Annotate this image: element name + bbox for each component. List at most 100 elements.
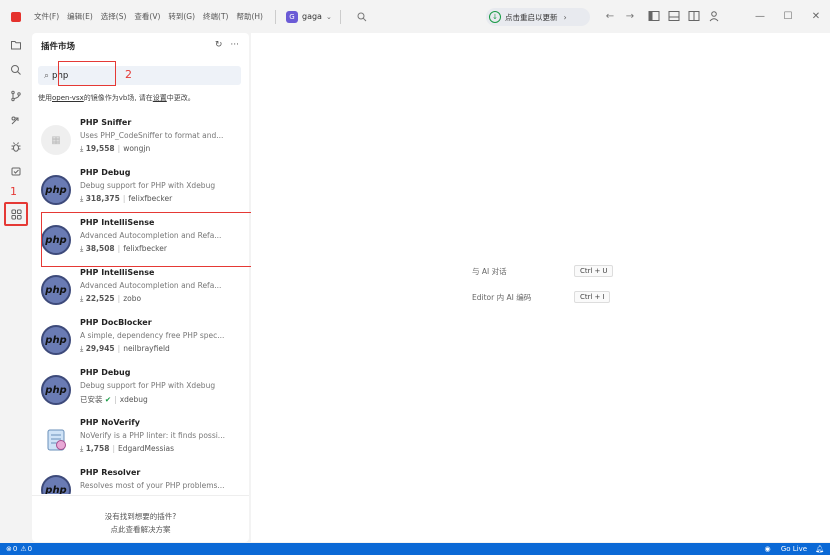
php-icon: php	[41, 325, 71, 355]
extension-description: Debug support for PHP with Xdebug	[80, 181, 216, 190]
php-icon: php	[41, 475, 71, 494]
divider	[339, 9, 341, 24]
menu-bar: 文件(F) 编辑(E) 选择(S) 查看(V) 转到(G) 终端(T) 帮助(H…	[34, 11, 271, 22]
extension-author: zobo	[123, 294, 142, 303]
hint-mid: 的镜像作为vb场, 请在	[83, 94, 153, 102]
extension-title: PHP Debug	[80, 368, 131, 377]
menu-help[interactable]: 帮助(H)	[236, 11, 263, 22]
settings-link[interactable]: 设置	[153, 94, 167, 102]
php-icon: php	[41, 375, 71, 405]
toggle-panel-icon[interactable]	[667, 9, 681, 23]
key-modifier: Ctrl	[580, 293, 593, 301]
php-icon: php	[41, 175, 71, 205]
extension-item[interactable]: ▦ PHP Sniffer Uses PHP_CodeSniffer to fo…	[32, 118, 249, 168]
shortcut-label: Editor 内 AI 编码	[472, 293, 532, 302]
footer-solution-link[interactable]: 点此查看解决方案	[32, 523, 249, 536]
open-vsx-link[interactable]: open-vsx	[52, 94, 84, 102]
extension-item[interactable]: php PHP Resolver Resolves most of your P…	[32, 468, 249, 494]
extension-author: EdgardMessias	[117, 444, 175, 453]
extension-description: Resolves most of your PHP problems...	[80, 481, 225, 490]
source-control-icon[interactable]	[4, 84, 28, 108]
extension-title: PHP Debug	[80, 168, 131, 177]
menu-go[interactable]: 转到(G)	[168, 11, 195, 22]
refresh-icon[interactable]: ↻	[215, 40, 223, 50]
debug-icon[interactable]	[4, 135, 28, 159]
update-button[interactable]: ↓ 点击重启以更新 ›	[486, 8, 590, 26]
broadcast-icon: ◉	[764, 545, 771, 553]
status-right: ◉ Go Live 🔔︎	[749, 545, 824, 553]
status-bar: ⊗ 0 ⚠ 0 ◉ Go Live 🔔︎	[0, 543, 830, 555]
maximize-icon[interactable]: ☐	[774, 11, 802, 22]
php-icon: php	[41, 275, 71, 305]
extension-item[interactable]: php PHP Debug Debug support for PHP with…	[32, 368, 249, 418]
extension-description: Advanced Autocompletion and Refa...	[80, 281, 222, 290]
extension-meta: ⤓ 22,525 | zobo	[80, 294, 142, 303]
extension-description: NoVerify is a PHP linter: it finds possi…	[80, 431, 225, 440]
extension-title: PHP IntelliSense	[80, 268, 155, 277]
hint-suffix: 中更改。	[166, 94, 195, 102]
editor-area: 与 AI 对话 Ctrl + U Editor 内 AI 编码 Ctrl + I	[251, 33, 830, 542]
close-icon[interactable]: ✕	[802, 11, 830, 22]
extension-meta: ⤓ 19,558 | wongjn	[80, 144, 151, 153]
key-letter: U	[602, 267, 608, 275]
menu-terminal[interactable]: 终端(T)	[203, 11, 228, 22]
search-icon[interactable]	[4, 58, 28, 82]
menu-selection[interactable]: 选择(S)	[101, 11, 127, 22]
error-icon: ⊗	[6, 545, 12, 553]
remote-icon[interactable]	[4, 109, 28, 133]
extension-item[interactable]: php PHP IntelliSense Advanced Autocomple…	[32, 268, 249, 318]
forward-arrow-icon[interactable]: →	[623, 9, 637, 23]
divider	[274, 9, 276, 24]
toggle-sidebar-icon[interactable]	[647, 9, 661, 23]
footer-question: 没有找到想要的插件?	[104, 512, 177, 521]
highlight-box-search	[58, 61, 116, 86]
activity-bar	[0, 33, 32, 543]
registry-hint: 使用open-vsx的镜像作为vb场, 请在设置中更改。	[38, 93, 195, 103]
noverify-icon	[41, 425, 71, 455]
extension-item[interactable]: php PHP Debug Debug support for PHP with…	[32, 168, 249, 218]
chevron-down-icon[interactable]: ⌄	[326, 13, 332, 21]
extension-description: Uses PHP_CodeSniffer to format and...	[80, 131, 224, 140]
project-badge[interactable]: G	[285, 10, 298, 23]
more-icon[interactable]: ···	[230, 40, 239, 50]
extensions-icon[interactable]	[4, 202, 28, 226]
extension-author: neilbrayfield	[123, 344, 170, 353]
search-icon: ⌕	[44, 70, 50, 81]
extension-author: xdebug	[119, 395, 148, 404]
minimize-icon[interactable]: —	[746, 11, 774, 22]
menu-file[interactable]: 文件(F)	[34, 11, 59, 22]
menu-view[interactable]: 查看(V)	[134, 11, 160, 22]
project-name[interactable]: gaga	[302, 12, 322, 21]
toggle-secondary-sidebar-icon[interactable]	[687, 9, 701, 23]
testing-icon[interactable]	[4, 160, 28, 184]
extension-item[interactable]: php PHP DocBlocker A simple, dependency …	[32, 318, 249, 368]
extension-item[interactable]: PHP NoVerify NoVerify is a PHP linter: i…	[32, 418, 249, 468]
menu-edit[interactable]: 编辑(E)	[67, 11, 93, 22]
extension-author: felixfbecker	[128, 194, 173, 203]
shortcut-keys: Ctrl + U	[574, 265, 614, 277]
extension-list: ▦ PHP Sniffer Uses PHP_CodeSniffer to fo…	[32, 116, 249, 494]
annotation-2: 2	[125, 68, 132, 81]
highlight-box-extension	[41, 212, 252, 267]
back-arrow-icon[interactable]: ←	[603, 9, 617, 23]
search-icon[interactable]	[357, 12, 367, 22]
go-live-button[interactable]: ◉ Go Live	[757, 545, 808, 553]
download-count: 19,558	[85, 144, 115, 153]
explorer-icon[interactable]	[4, 33, 28, 57]
extension-meta: ⤓ 29,945 | neilbrayfield	[80, 344, 170, 353]
keybinding: Ctrl + I	[574, 291, 611, 303]
notifications-icon[interactable]: 🔔︎	[815, 545, 824, 553]
key-modifier: Ctrl	[580, 267, 593, 275]
go-live-label: Go Live	[780, 545, 808, 553]
key-letter: I	[602, 293, 605, 301]
problems-status[interactable]: ⊗ 0 ⚠ 0	[6, 545, 32, 553]
panel-actions: ↻ ···	[207, 40, 239, 50]
keybinding: Ctrl + U	[574, 265, 614, 277]
app-logo	[11, 11, 21, 22]
extension-description: A simple, dependency free PHP spec...	[80, 331, 225, 340]
title-toolbar: ← →	[603, 9, 727, 23]
extension-meta: 已安装 ✔ | xdebug	[80, 395, 148, 404]
account-icon[interactable]	[707, 9, 721, 23]
extension-description: Debug support for PHP with Xdebug	[80, 381, 216, 390]
extensions-panel: 插件市场 ↻ ··· ⌕ 使用open-vsx的镜像作为vb场, 请在设置中更改…	[32, 33, 249, 542]
